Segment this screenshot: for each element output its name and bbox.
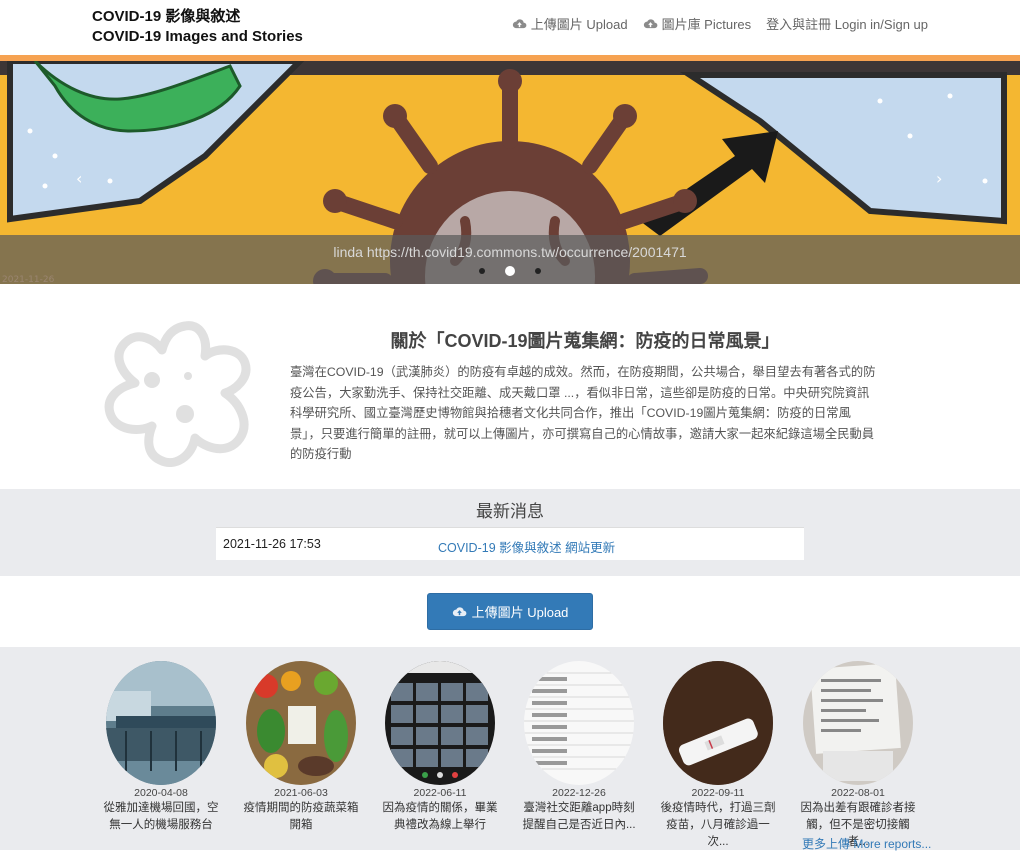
nav-login[interactable]: 登入與註冊 Login in/Sign up [766,13,928,33]
photo-date-stamp: 2021-11-26 [2,275,55,284]
gallery-item-caption: 因為疫情的關係，畢業典禮改為線上舉行 [382,802,498,831]
about-body: 臺灣在COVID-19（武漢肺炎）的防疫有卓越的成效。然而，在防疫期間，公共場合… [290,365,876,461]
nav-pictures[interactable]: 圖片庫 Pictures [643,13,752,33]
gallery-thumbnail [106,661,216,785]
gallery-item[interactable]: 2022-09-11 後疫情時代，打過三劑疫苗，八月確診過一次... [661,661,776,851]
cloud-upload-icon [643,18,657,28]
about-title: 關於「COVID-19圖片蒐集網：防疫的日常風景」 [390,331,780,351]
news-row: 2021-11-26 17:53 COVID-19 影像與敘述 網站更新 [216,527,804,560]
main-nav: 上傳圖片 Upload 圖片庫 Pictures 登入與註冊 Login in/… [512,13,928,33]
news-section: 最新消息 2021-11-26 17:53 COVID-19 影像與敘述 網站更… [0,489,1020,576]
news-heading: 最新消息 [476,502,544,521]
cloud-upload-icon [512,18,527,28]
carousel-caption[interactable]: linda https://th.covid19.commons.tw/occu… [0,244,1020,260]
more-reports-link[interactable]: 更多上傳 More reports... [802,835,931,852]
top-navbar: COVID-19 影像與敘述 COVID-19 Images and Stori… [0,0,1020,55]
nav-pictures-label: 圖片庫 Pictures [661,16,752,32]
gallery-thumbnail [663,661,773,785]
site-brand[interactable]: COVID-19 影像與敘述 COVID-19 Images and Stori… [92,7,303,47]
news-date: 2021-11-26 17:53 [223,537,321,551]
gallery-item-date: 2022-08-01 [831,787,885,799]
nav-login-label: 登入與註冊 Login in/Sign up [766,16,928,32]
chevron-left-icon[interactable]: ‹ [76,169,82,188]
nav-upload[interactable]: 上傳圖片 Upload [512,13,628,33]
gallery-thumbnail [385,661,495,785]
gallery-thumbnail [803,661,913,785]
upload-button[interactable]: 上傳圖片 Upload [427,593,593,630]
news-link[interactable]: COVID-19 影像與敘述 網站更新 [438,537,615,556]
gallery-item-date: 2022-06-11 [413,787,467,799]
gallery-item-caption: 從雅加達機場回國，空無一人的機場服務台 [103,802,219,831]
gallery-item-caption: 疫情期間的防疫蔬菜箱開箱 [243,802,359,831]
carousel-indicator-1[interactable] [479,268,485,274]
carousel-indicators [0,266,1020,276]
virus-logo-icon [104,321,251,467]
gallery-item-date: 2021-06-03 [274,787,328,799]
gallery-item-date: 2022-12-26 [552,787,606,799]
gallery-item[interactable]: 2022-12-26 臺灣社交距離app時刻提醒自己是否近日內... [522,661,636,834]
gallery-item[interactable]: 2020-04-08 從雅加達機場回國，空無一人的機場服務台 [104,661,219,834]
image-carousel[interactable]: linda https://th.covid19.commons.tw/occu… [0,61,1020,284]
gallery-item[interactable]: 2022-06-11 因為疫情的關係，畢業典禮改為線上舉行 [383,661,498,834]
upload-button-label: 上傳圖片 Upload [471,605,569,620]
gallery-item-date: 2022-09-11 [691,787,745,799]
gallery-thumbnail [524,661,634,785]
nav-upload-label: 上傳圖片 Upload [530,16,628,32]
carousel-indicator-3[interactable] [535,268,541,274]
carousel-indicator-2[interactable] [505,266,515,276]
gallery-item-caption: 臺灣社交距離app時刻提醒自己是否近日內... [522,802,636,831]
site-title-zh: COVID-19 影像與敘述 [92,8,241,25]
gallery-item[interactable]: 2021-06-03 疫情期間的防疫蔬菜箱開箱 [244,661,359,834]
gallery-item[interactable]: 2022-08-01 因為出差有跟確診者接觸，但不是密切接觸者... [801,661,916,851]
site-title-en: COVID-19 Images and Stories [92,28,303,45]
gallery-item-date: 2020-04-08 [134,787,188,799]
recent-uploads-gallery: 2020-04-08 從雅加達機場回國，空無一人的機場服務台 2021-06-0… [0,647,1020,852]
cloud-upload-icon [452,607,466,617]
gallery-item-caption: 後疫情時代，打過三劑疫苗，八月確診過一次... [660,802,776,848]
chevron-right-icon[interactable]: › [936,169,942,188]
gallery-thumbnail [246,661,356,785]
